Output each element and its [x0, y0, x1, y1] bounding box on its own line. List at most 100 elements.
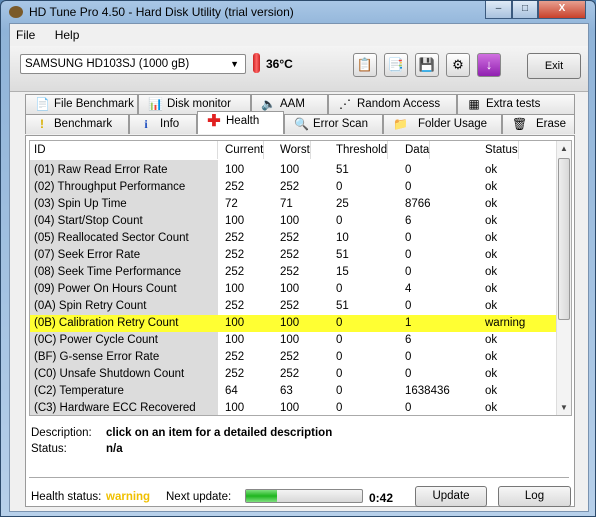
tab-erase[interactable]: 🗑 Erase	[502, 114, 575, 134]
cell-status: warning	[485, 317, 526, 329]
cell-data: 0	[405, 351, 412, 363]
cell-status: ok	[485, 385, 498, 397]
cell-data: 0	[405, 249, 412, 261]
col-worst[interactable]: Worst	[280, 141, 311, 159]
table-row[interactable]: (01) Raw Read Error Rate 100 100 51 0 ok	[30, 162, 558, 179]
menu-help[interactable]: Help	[55, 28, 80, 42]
cell-status: ok	[485, 266, 498, 278]
cell-data: 0	[405, 402, 412, 414]
benchmark-icon: !	[40, 117, 44, 131]
table-row[interactable]: (02) Throughput Performance 252 252 0 0 ok	[30, 179, 558, 196]
cell-current: 100	[225, 283, 245, 295]
options-icon[interactable]: ⚙	[446, 53, 470, 77]
cell-current: 252	[225, 181, 245, 193]
cell-data: 6	[405, 215, 412, 227]
cell-threshold: 51	[336, 164, 349, 176]
cell-data: 0	[405, 164, 412, 176]
save-icon[interactable]: 💾	[415, 53, 439, 77]
cell-id: (05) Reallocated Sector Count	[34, 232, 189, 244]
table-row[interactable]: (C3) Hardware ECC Recovered 100 100 0 0 ok	[30, 400, 558, 415]
scroll-down-icon[interactable]: ▼	[557, 400, 571, 415]
table-row[interactable]: (08) Seek Time Performance 252 252 15 0 ok	[30, 264, 558, 281]
cell-threshold: 25	[336, 198, 349, 210]
cell-id: (C0) Unsafe Shutdown Count	[34, 368, 185, 380]
cell-current: 100	[225, 164, 245, 176]
description-label: Description:	[31, 427, 92, 439]
update-button[interactable]: Update	[415, 486, 487, 507]
cell-id: (0B) Calibration Retry Count	[34, 315, 179, 332]
table-row[interactable]: (C0) Unsafe Shutdown Count 252 252 0 0 ok	[30, 366, 558, 383]
health-panel: ID Current Worst Threshold Data Status (…	[25, 135, 575, 507]
copy-screenshot-icon[interactable]: 📑	[384, 53, 408, 77]
col-status[interactable]: Status	[485, 141, 519, 159]
table-row[interactable]: (04) Start/Stop Count 100 100 0 6 ok	[30, 213, 558, 230]
tab-random-access[interactable]: ⋰ Random Access	[328, 94, 457, 114]
maximize-button[interactable]: □	[512, 1, 538, 19]
cell-threshold: 51	[336, 249, 349, 261]
col-id[interactable]: ID	[30, 141, 218, 159]
cell-id: (0C) Power Cycle Count	[34, 334, 158, 346]
tab-extra-tests[interactable]: ▦ Extra tests	[457, 94, 575, 114]
description-value: click on an item for a detailed descript…	[106, 427, 333, 439]
table-row[interactable]: (0B) Calibration Retry Count 100 100 0 1 warn…	[30, 315, 558, 332]
cell-threshold: 10	[336, 232, 349, 244]
vertical-scrollbar[interactable]: ▲ ▼	[556, 141, 571, 415]
cell-data: 0	[405, 266, 412, 278]
health-cross-icon: ✚	[207, 113, 221, 130]
health-status-value: warning	[106, 491, 151, 503]
exit-button[interactable]: Exit	[527, 53, 581, 79]
drive-name: SAMSUNG HD103SJ (1000 gB)	[25, 58, 190, 70]
menu-file[interactable]: File	[16, 28, 35, 42]
table-header: ID Current Worst Threshold Data Status	[30, 141, 558, 159]
cell-id: (C2) Temperature	[34, 385, 124, 397]
minimize-button[interactable]: –	[485, 1, 512, 19]
cell-worst: 252	[280, 368, 300, 380]
cell-threshold: 0	[336, 334, 343, 346]
table-row[interactable]: (0C) Power Cycle Count 100 100 0 6 ok	[30, 332, 558, 349]
table-row[interactable]: (09) Power On Hours Count 100 100 0 4 ok	[30, 281, 558, 298]
tab-folder-usage[interactable]: 📁 Folder Usage	[383, 114, 502, 134]
col-data[interactable]: Data	[405, 141, 431, 159]
speaker-icon: 🔈	[261, 97, 276, 111]
tab-info[interactable]: i Info	[129, 114, 197, 134]
tab-error-scan[interactable]: 🔍 Error Scan	[284, 114, 383, 134]
cell-current: 252	[225, 368, 245, 380]
log-button[interactable]: Log	[498, 486, 571, 507]
cell-threshold: 0	[336, 317, 343, 329]
table-row[interactable]: (C2) Temperature 64 63 0 1638436 ok	[30, 383, 558, 400]
tab-file-benchmark[interactable]: 📄 File Benchmark	[25, 94, 138, 114]
copy-text-icon[interactable]: 📋	[353, 53, 377, 77]
smart-table: ID Current Worst Threshold Data Status (…	[29, 140, 572, 416]
cell-data: 6	[405, 334, 412, 346]
table-row[interactable]: (03) Spin Up Time 72 71 25 8766 ok	[30, 196, 558, 213]
col-threshold[interactable]: Threshold	[336, 141, 389, 159]
cell-data: 4	[405, 283, 412, 295]
scroll-up-icon[interactable]: ▲	[557, 141, 571, 156]
chevron-down-icon: ▼	[230, 59, 239, 69]
cell-current: 252	[225, 300, 245, 312]
tab-health[interactable]: ✚ Health	[197, 111, 284, 134]
status-value: n/a	[106, 443, 123, 455]
cell-threshold: 0	[336, 351, 343, 363]
cell-id: (04) Start/Stop Count	[34, 215, 143, 227]
trash-icon: 🗑	[512, 117, 528, 131]
drive-select[interactable]: SAMSUNG HD103SJ (1000 gB) ▼	[20, 54, 246, 74]
table-row[interactable]: (05) Reallocated Sector Count 252 252 10 0 ok	[30, 230, 558, 247]
cell-id: (03) Spin Up Time	[34, 198, 127, 210]
tab-benchmark[interactable]: ! Benchmark	[25, 114, 129, 134]
app-window: HD Tune Pro 4.50 - Hard Disk Utility (tr…	[0, 0, 596, 517]
scroll-thumb[interactable]	[558, 158, 570, 320]
close-button[interactable]: X	[538, 1, 586, 19]
health-status-label: Health status:	[31, 491, 102, 503]
col-current[interactable]: Current	[225, 141, 265, 159]
download-icon[interactable]: ↓	[477, 53, 501, 77]
table-row[interactable]: (0A) Spin Retry Count 252 252 51 0 ok	[30, 298, 558, 315]
cell-status: ok	[485, 334, 498, 346]
cell-worst: 252	[280, 181, 300, 193]
cell-status: ok	[485, 198, 498, 210]
cell-threshold: 0	[336, 385, 343, 397]
cell-current: 252	[225, 232, 245, 244]
table-row[interactable]: (07) Seek Error Rate 252 252 51 0 ok	[30, 247, 558, 264]
table-row[interactable]: (BF) G-sense Error Rate 252 252 0 0 ok	[30, 349, 558, 366]
app-icon	[9, 6, 23, 18]
